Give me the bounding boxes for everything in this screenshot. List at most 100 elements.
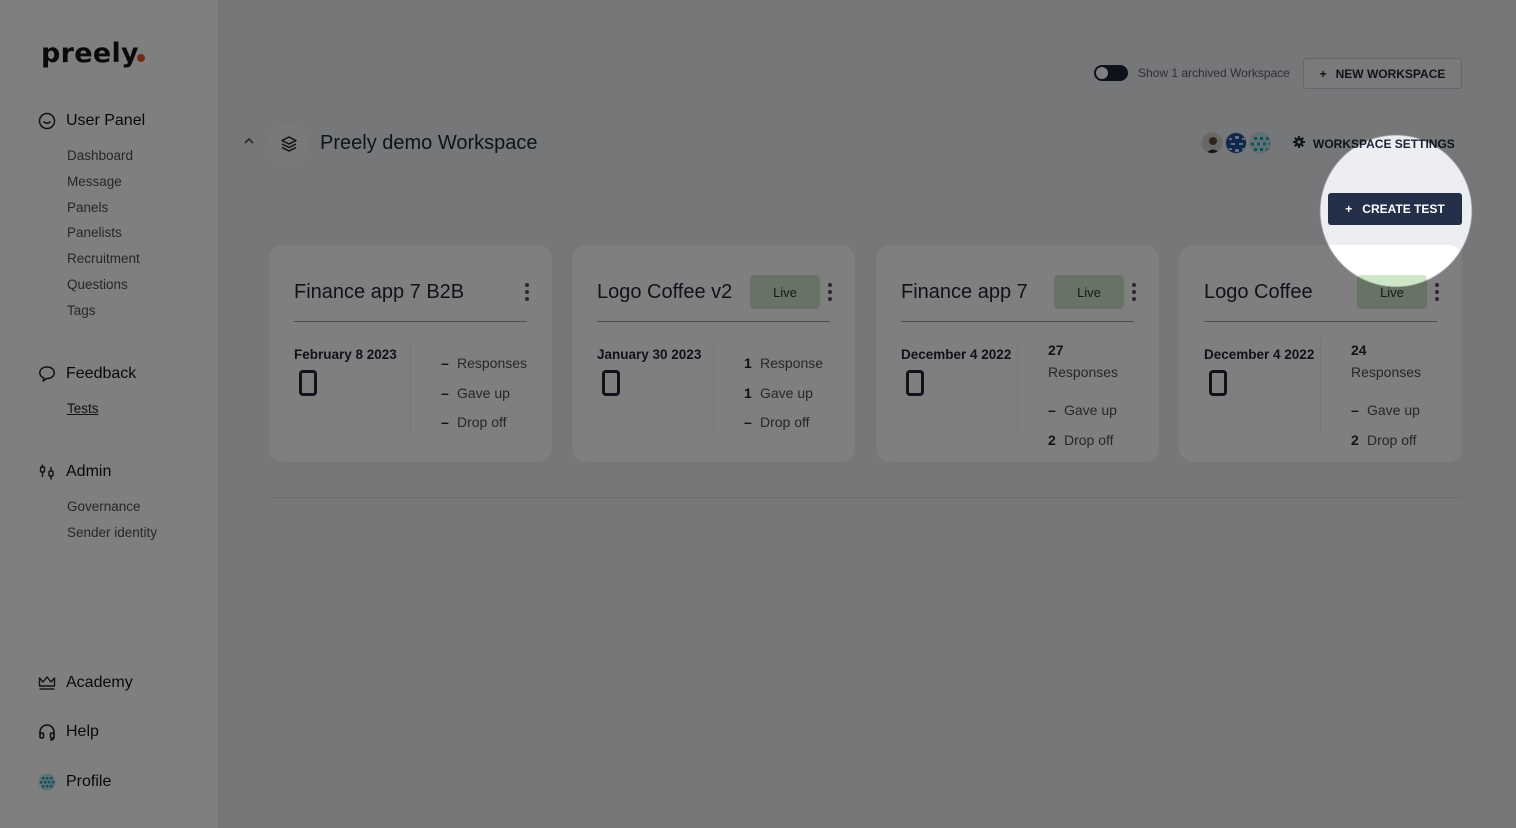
test-stats: 1 Response 1 Gave up – Drop off — [744, 348, 823, 437]
user-panel-submenu: Dashboard Message Panels Panelists Recru… — [67, 143, 145, 324]
responses-label: Response — [760, 354, 824, 371]
card-vertical-divider — [1320, 340, 1321, 432]
logo-dot — [136, 54, 145, 62]
sidebar-item-dashboard[interactable]: Dashboard — [67, 143, 145, 169]
nav-label: Profile — [66, 773, 112, 790]
sidebar: preely User Panel Dashboard Message Pane… — [0, 0, 219, 828]
test-card[interactable]: Finance app 7 B2B February 8 2023 – Respo… — [269, 245, 552, 462]
member-avatar-photo[interactable] — [1201, 132, 1223, 154]
responses-label: Responses — [457, 354, 528, 371]
nav-section-user-panel: User Panel Dashboard Message Panels Pane… — [38, 111, 145, 324]
sidebar-item-tags[interactable]: Tags — [67, 298, 145, 324]
gave-up-label: Gave up — [457, 384, 510, 401]
test-date: February 8 2023 — [294, 347, 397, 362]
chat-bubble-icon — [38, 365, 56, 383]
test-title[interactable]: Logo Coffee v2 — [597, 281, 732, 304]
admin-submenu: Governance Sender identity — [67, 494, 157, 546]
show-archived-toggle[interactable] — [1094, 65, 1128, 81]
toggle-knob — [1096, 67, 1108, 79]
nav-head-admin[interactable]: Admin — [38, 462, 157, 482]
member-avatar-pattern-blue[interactable] — [1225, 132, 1247, 154]
nav-head-label: Feedback — [66, 365, 137, 382]
responses-stat: – Responses — [441, 348, 527, 378]
test-card[interactable]: Finance app 7 Live December 4 2022 27 Re… — [876, 245, 1159, 462]
more-options-kebab-icon[interactable] — [523, 283, 531, 301]
workspace-settings-button[interactable]: WORKSPACE SETTINGS — [1293, 136, 1455, 151]
responses-stat: 1 Response — [744, 348, 823, 378]
gave-up-label: Gave up — [760, 384, 813, 401]
sidebar-item-questions[interactable]: Questions — [67, 272, 145, 298]
workspace-settings-label: WORKSPACE SETTINGS — [1313, 136, 1455, 151]
member-avatar-pattern-teal[interactable] — [1249, 132, 1271, 154]
test-title[interactable]: Finance app 7 B2B — [294, 281, 464, 304]
responses-count: 27 — [1048, 342, 1064, 358]
create-test-button[interactable]: + CREATE TEST — [1328, 193, 1462, 225]
card-divider — [901, 321, 1134, 322]
sidebar-item-governance[interactable]: Governance — [67, 494, 157, 520]
test-stats: 27 Responses – Gave up 2 Drop off — [1048, 342, 1118, 454]
nav-section-admin: Admin Governance Sender identity — [38, 462, 157, 546]
drop-off-label: Drop off — [760, 414, 810, 431]
sidebar-item-panels[interactable]: Panels — [67, 195, 145, 221]
nav-head-feedback[interactable]: Feedback — [38, 364, 136, 384]
drop-off-stat: 2 Drop off — [1048, 425, 1118, 455]
gave-up-stat: – Gave up — [1048, 395, 1118, 425]
card-vertical-divider — [410, 340, 411, 432]
sliders-icon — [38, 463, 56, 481]
more-options-kebab-icon[interactable] — [1433, 283, 1441, 301]
nav-head-label: Admin — [66, 463, 112, 480]
status-badge: Live — [750, 275, 820, 309]
sidebar-item-academy[interactable]: Academy — [38, 673, 133, 693]
preely-logo[interactable]: preely — [41, 38, 145, 69]
workspace-row-divider — [268, 497, 1462, 498]
card-vertical-divider — [1017, 340, 1018, 432]
mobile-device-icon — [602, 370, 620, 401]
nav-help: Help — [38, 722, 99, 742]
gave-up-count: 1 — [744, 384, 752, 401]
sidebar-item-recruitment[interactable]: Recruitment — [67, 246, 145, 272]
card-divider — [1204, 321, 1437, 322]
feedback-submenu: Tests — [67, 396, 136, 422]
sidebar-item-help[interactable]: Help — [38, 722, 99, 742]
new-workspace-label: NEW WORKSPACE — [1335, 66, 1446, 81]
responses-label: Responses — [1351, 364, 1422, 380]
nav-head-user-panel[interactable]: User Panel — [38, 111, 145, 131]
card-divider — [294, 321, 527, 322]
create-test-label: CREATE TEST — [1362, 202, 1445, 216]
sidebar-item-tests[interactable]: Tests — [67, 396, 136, 422]
globe-avatar-icon — [38, 773, 56, 791]
responses-label: Responses — [1048, 364, 1119, 380]
gave-up-label: Gave up — [1064, 401, 1117, 418]
test-title[interactable]: Logo Coffee — [1204, 281, 1313, 304]
test-card[interactable]: Logo Coffee v2 Live January 30 2023 1 Res… — [572, 245, 855, 462]
mobile-device-icon — [906, 370, 924, 401]
sidebar-item-message[interactable]: Message — [67, 169, 145, 195]
gave-up-stat: 1 Gave up — [744, 378, 823, 408]
workspace-members — [1201, 132, 1271, 154]
status-badge: Live — [1357, 275, 1427, 309]
nav-label: Help — [66, 723, 99, 740]
nav-profile: Profile — [38, 772, 111, 792]
test-date: December 4 2022 — [1204, 347, 1315, 362]
gave-up-label: Gave up — [1367, 401, 1420, 418]
more-options-kebab-icon[interactable] — [1130, 283, 1138, 301]
mobile-device-icon — [299, 370, 317, 401]
sidebar-item-panelists[interactable]: Panelists — [67, 220, 145, 246]
smile-icon — [38, 112, 56, 130]
collapse-workspace-chevron-up-icon[interactable] — [242, 134, 256, 148]
test-title[interactable]: Finance app 7 — [901, 281, 1028, 304]
drop-off-count: – — [441, 414, 449, 431]
test-date: January 30 2023 — [597, 347, 702, 362]
mobile-device-icon — [1209, 370, 1227, 401]
responses-count: 24 — [1351, 342, 1367, 358]
nav-academy: Academy — [38, 673, 133, 693]
gave-up-stat: – Gave up — [1351, 395, 1421, 425]
drop-off-count: – — [744, 414, 752, 431]
new-workspace-button[interactable]: + NEW WORKSPACE — [1303, 58, 1462, 89]
test-card[interactable]: Logo Coffee Live December 4 2022 24 Resp… — [1179, 245, 1462, 462]
sidebar-item-profile[interactable]: Profile — [38, 772, 111, 792]
crown-icon — [38, 674, 56, 692]
sidebar-item-sender-identity[interactable]: Sender identity — [67, 520, 157, 546]
more-options-kebab-icon[interactable] — [826, 283, 834, 301]
gave-up-count: – — [1351, 401, 1359, 418]
